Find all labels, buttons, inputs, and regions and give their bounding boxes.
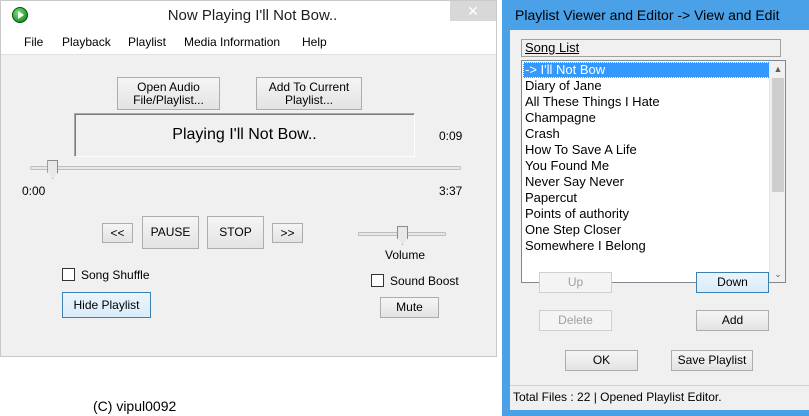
add-to-playlist-button[interactable]: Add To Current Playlist... xyxy=(256,77,362,110)
open-audio-button[interactable]: Open Audio File/Playlist... xyxy=(117,77,220,110)
add-song-button[interactable]: Add xyxy=(696,310,769,331)
volume-label: Volume xyxy=(385,248,426,262)
playlist-panel: Song List -> I'll Not Bow Diary of Jane … xyxy=(510,30,809,410)
total-time: 3:37 xyxy=(439,184,463,198)
move-up-button[interactable]: Up xyxy=(539,272,612,293)
next-button[interactable]: >> xyxy=(272,223,303,243)
song-shuffle-label: Song Shuffle xyxy=(81,268,150,282)
menu-bar: File Playback Playlist Media Information… xyxy=(1,31,496,55)
menu-playback[interactable]: Playback xyxy=(62,35,111,49)
playlist-window-title: Playlist Viewer and Editor -> View and E… xyxy=(515,7,780,23)
list-item[interactable]: How To Save A Life xyxy=(525,142,637,158)
list-item[interactable]: Never Say Never xyxy=(525,174,624,190)
save-playlist-button[interactable]: Save Playlist xyxy=(671,350,753,371)
stop-button[interactable]: STOP xyxy=(207,216,264,249)
scrollbar[interactable]: ▲ ⌄ xyxy=(769,61,785,282)
previous-button[interactable]: << xyxy=(102,223,133,243)
scroll-down-arrow-icon[interactable]: ⌄ xyxy=(770,266,785,282)
volume-slider-thumb[interactable] xyxy=(397,226,408,245)
now-playing-text: Playing I'll Not Bow.. xyxy=(172,126,317,143)
list-item[interactable]: Papercut xyxy=(525,190,577,206)
move-down-button[interactable]: Down xyxy=(696,272,769,293)
pause-button[interactable]: PAUSE xyxy=(142,216,199,249)
elapsed-time: 0:09 xyxy=(439,129,463,143)
list-item[interactable]: Crash xyxy=(525,126,560,142)
menu-playlist[interactable]: Playlist xyxy=(128,35,166,49)
now-playing-display: Playing I'll Not Bow.. xyxy=(74,113,415,157)
seek-slider-thumb[interactable] xyxy=(47,160,59,179)
mute-button[interactable]: Mute xyxy=(380,297,439,318)
song-shuffle-checkbox[interactable] xyxy=(62,268,75,281)
copyright-text: (C) vipul0092 xyxy=(93,398,177,414)
list-item[interactable]: You Found Me xyxy=(525,158,609,174)
scroll-thumb[interactable] xyxy=(772,78,784,192)
menu-media-information[interactable]: Media Information xyxy=(184,35,280,49)
window-title: Now Playing I'll Not Bow.. xyxy=(167,7,338,24)
ok-button[interactable]: OK xyxy=(565,350,638,371)
list-item[interactable]: Somewhere I Belong xyxy=(525,238,646,254)
title-bar: Now Playing I'll Not Bow.. ✕ xyxy=(1,1,496,31)
list-item[interactable]: -> I'll Not Bow xyxy=(523,62,770,78)
list-item[interactable]: Points of authority xyxy=(525,206,629,222)
sound-boost-checkbox[interactable] xyxy=(371,274,384,287)
song-list[interactable]: -> I'll Not Bow Diary of Jane All These … xyxy=(521,60,786,283)
close-button[interactable]: ✕ xyxy=(450,1,496,21)
status-bar: Total Files : 22 | Opened Playlist Edito… xyxy=(510,385,809,410)
menu-file[interactable]: File xyxy=(24,35,43,49)
hide-playlist-button[interactable]: Hide Playlist xyxy=(62,292,151,318)
list-item[interactable]: All These Things I Hate xyxy=(525,94,660,110)
seek-track[interactable] xyxy=(30,166,461,170)
playlist-window: Playlist Viewer and Editor -> View and E… xyxy=(502,0,809,416)
delete-button[interactable]: Delete xyxy=(539,310,612,331)
scroll-up-arrow-icon[interactable]: ▲ xyxy=(770,61,785,77)
start-time: 0:00 xyxy=(22,184,46,198)
list-item[interactable]: Champagne xyxy=(525,110,596,126)
main-window: Now Playing I'll Not Bow.. ✕ File Playba… xyxy=(0,0,497,357)
sound-boost-label: Sound Boost xyxy=(390,274,459,288)
list-item[interactable]: Diary of Jane xyxy=(525,78,602,94)
menu-help[interactable]: Help xyxy=(302,35,327,49)
list-item[interactable]: One Step Closer xyxy=(525,222,621,238)
song-list-header: Song List xyxy=(521,39,781,57)
